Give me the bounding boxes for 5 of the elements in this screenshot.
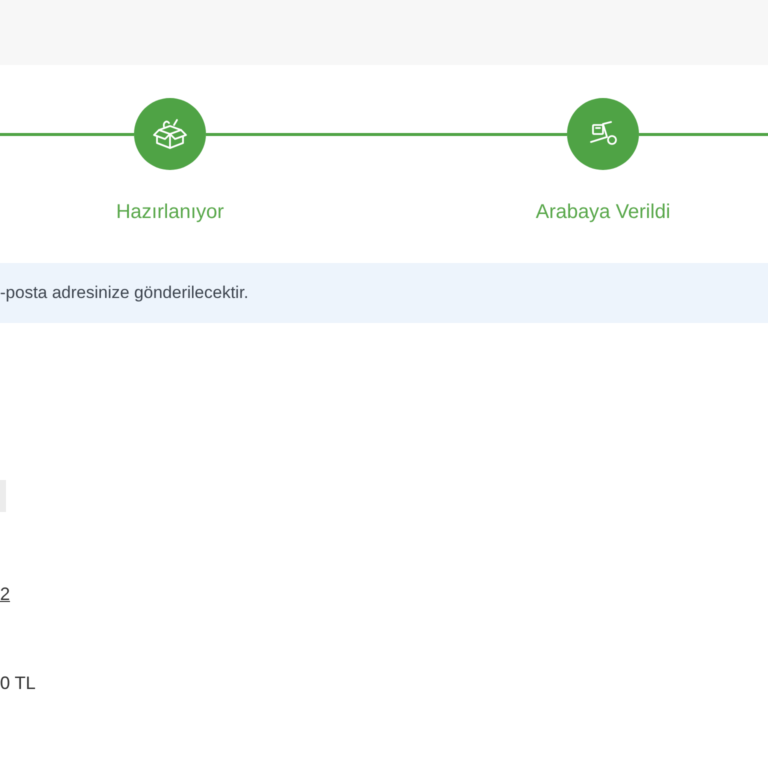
amount-text: 0 TL <box>0 672 36 694</box>
order-link[interactable]: 2 <box>0 583 10 605</box>
notice-text: -posta adresinize gönderilecektir. <box>0 283 249 303</box>
step-label: Arabaya Verildi <box>536 200 670 224</box>
step-label: Hazırlanıyor <box>116 200 224 224</box>
